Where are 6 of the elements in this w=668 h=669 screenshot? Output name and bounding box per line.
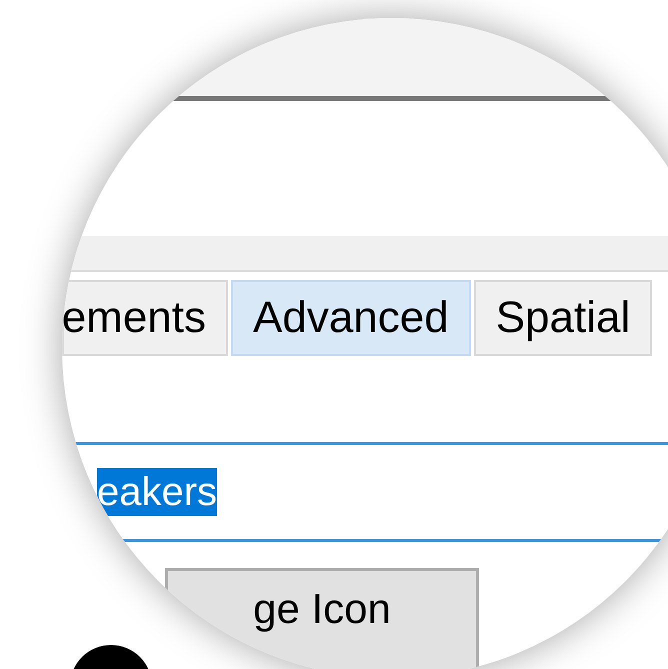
tab[interactable]: Spatial	[474, 280, 652, 356]
icon-button[interactable]: ge Icon	[165, 568, 479, 669]
field-text: eakers	[97, 468, 218, 516]
tab[interactable]: Advanced	[231, 280, 471, 356]
tab[interactable]: ements	[62, 280, 228, 356]
name-field[interactable]: eakers	[75, 442, 668, 542]
